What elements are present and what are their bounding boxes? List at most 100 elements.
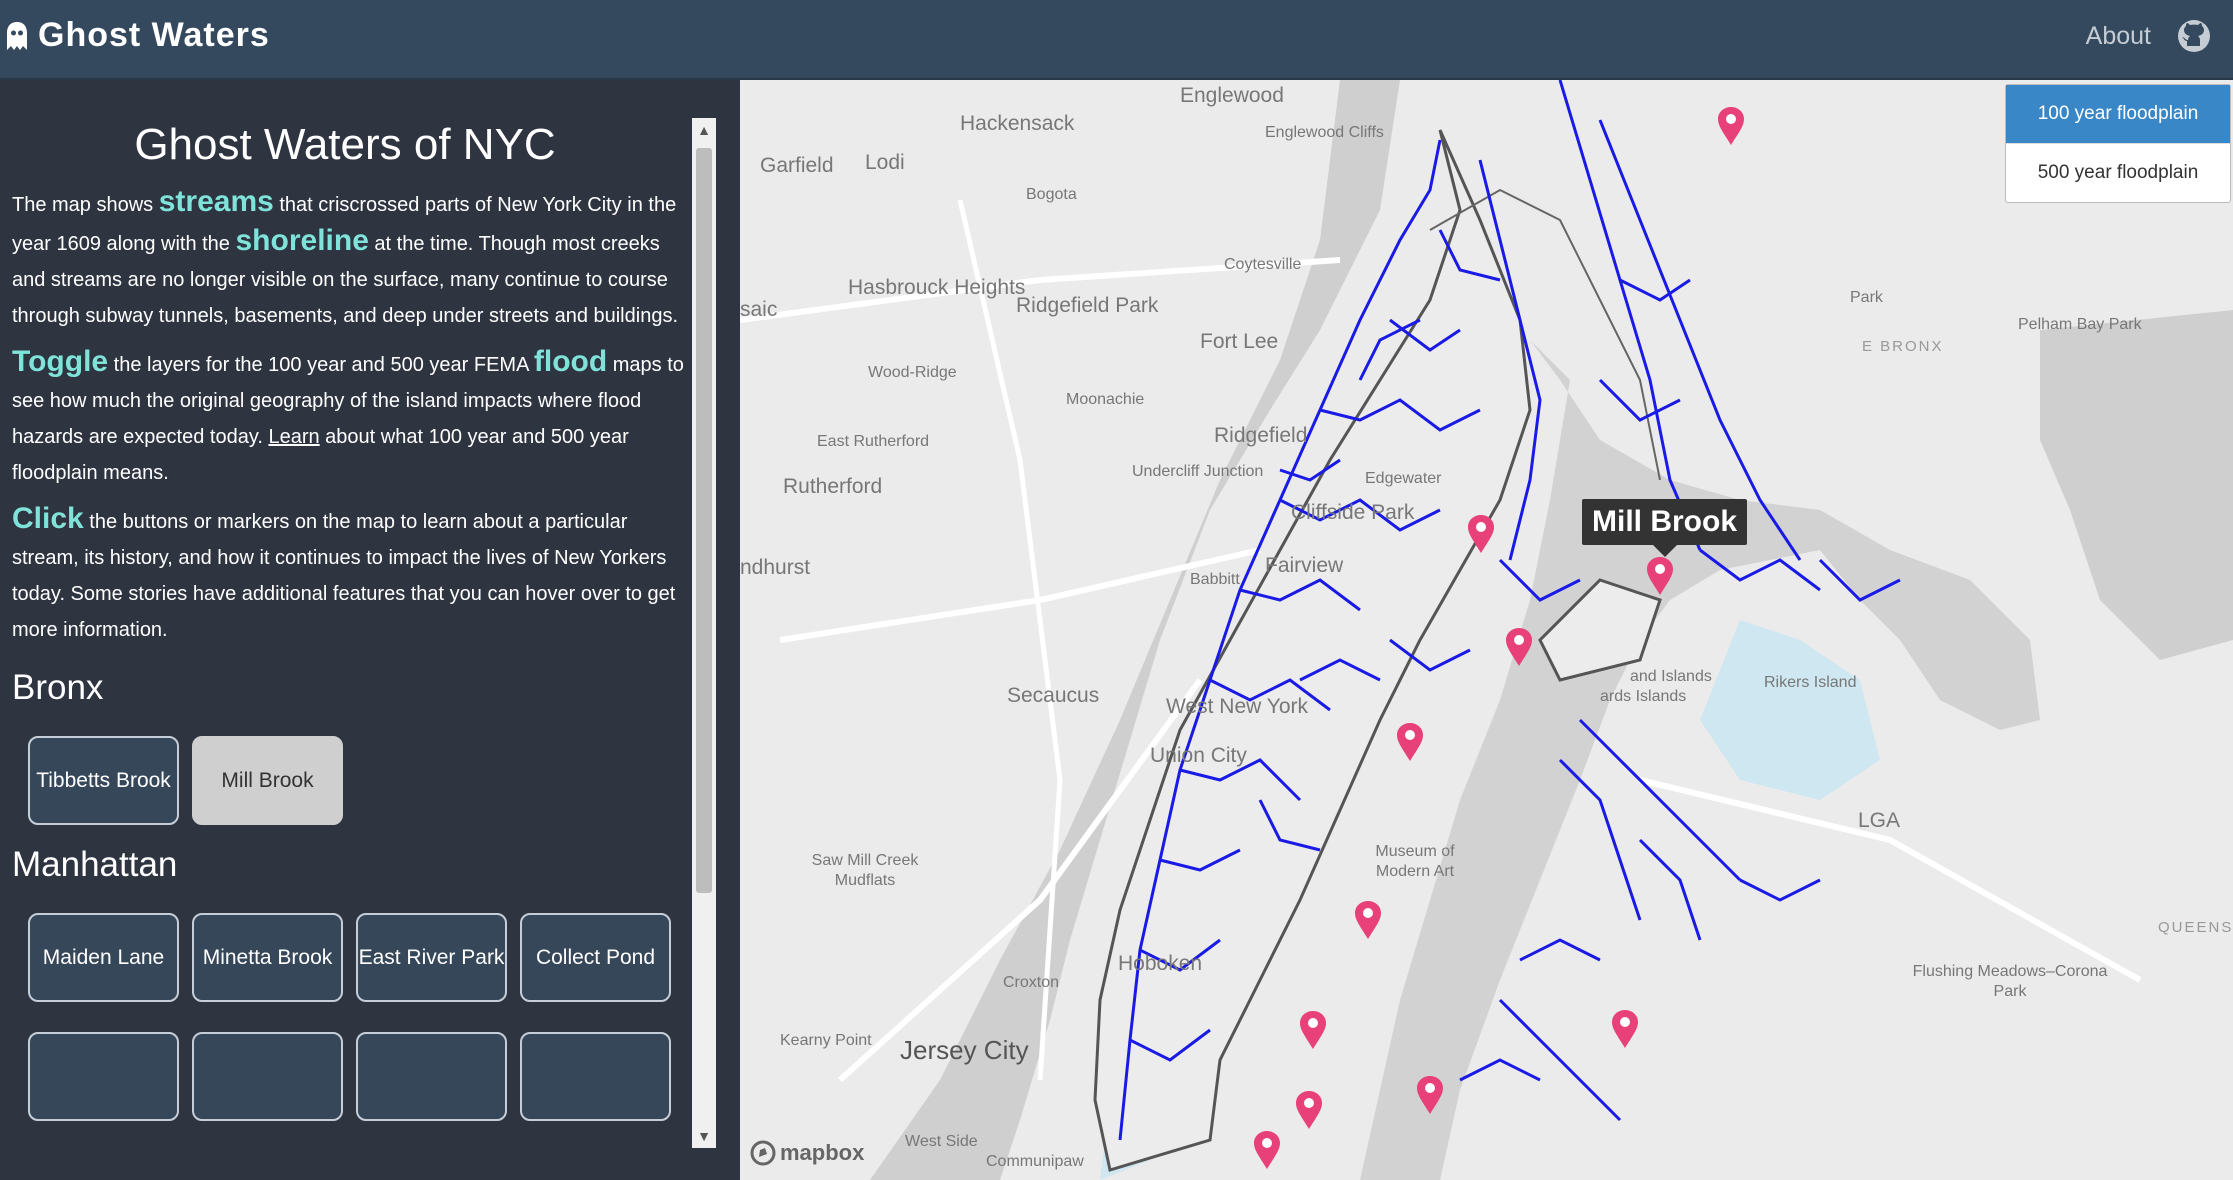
minetta-brook-button[interactable]: Minetta Brook [192,913,343,1002]
bronx-heading: Bronx [12,668,104,707]
map-marker-icon[interactable] [1396,722,1424,762]
map-marker-icon[interactable] [1299,1010,1327,1050]
place-label: Kearny Point [780,1032,872,1049]
place-label: Union City [1150,744,1247,767]
map-marker-icon[interactable] [1253,1130,1281,1170]
map-marker-icon[interactable] [1505,627,1533,667]
place-label: Englewood Cliffs [1265,124,1384,141]
sidebar-content: Ghost Waters of NYC The map shows stream… [0,80,690,1121]
map-marker-icon[interactable] [1646,556,1674,596]
intro-paragraph-click: Click the buttons or markers on the map … [12,501,692,648]
place-label: Bogota [1026,186,1077,203]
scroll-up-arrow-icon[interactable]: ▲ [692,118,716,142]
place-label: Moonachie [1066,391,1145,408]
place-label: Croxton [1003,974,1060,991]
place-label: Lodi [865,151,905,174]
map-marker-icon[interactable] [1467,514,1495,554]
story-button[interactable] [520,1032,671,1121]
map-marker-icon[interactable] [1717,106,1745,146]
place-label: West New York [1166,695,1309,718]
map-marker-icon[interactable] [1611,1009,1639,1049]
place-label: Undercliff Junction [1132,463,1264,480]
east-river-park-button[interactable]: East River Park [356,913,507,1002]
place-label: Hoboken [1118,952,1203,975]
place-label: Ridgefield [1214,424,1308,447]
place-label: Hasbrouck Heights [848,276,1026,299]
place-label: Flushing Meadows–Corona Park [1912,963,2108,1000]
place-label: Coytesville [1224,256,1302,273]
place-label: ndhurst [740,556,811,579]
highlight-toggle: Toggle [12,345,109,378]
layer-500-year[interactable]: 500 year floodplain [2006,144,2230,202]
place-label: Babbitt [1190,571,1240,588]
map-marker-icon[interactable] [1354,900,1382,940]
tibbetts-brook-button[interactable]: Tibbetts Brook [28,736,179,825]
place-label: Jersey City [900,1035,1029,1065]
intro-paragraph-toggle: Toggle the layers for the 100 year and 5… [12,344,692,491]
sidebar-scrollbar[interactable]: ▲ ▼ [692,118,716,1148]
learn-link[interactable]: Learn [268,426,319,448]
layer-100-year[interactable]: 100 year floodplain [2006,85,2230,144]
map-basemap [740,80,2233,1180]
place-label: Fort Lee [1200,330,1279,353]
place-label: Cliffside Park [1291,501,1415,524]
more-buttons [28,1032,690,1121]
mapbox-label: mapbox [780,1140,865,1165]
place-label: Rikers Island [1764,674,1857,691]
story-button[interactable] [192,1032,343,1121]
mapbox-icon [750,1140,776,1166]
collect-pond-button[interactable]: Collect Pond [520,913,671,1002]
place-label: LGA [1858,809,1901,832]
manhattan-heading: Manhattan [12,845,178,884]
highlight-streams: streams [158,185,274,218]
place-label: Pelham Bay Park [2018,316,2142,333]
map[interactable]: Englewood Hackensack Garfield Lodi Engle… [740,80,2233,1180]
scroll-thumb[interactable] [696,148,712,893]
map-marker-icon[interactable] [1416,1075,1444,1115]
place-label: Museum of Modern Art [1375,843,1455,880]
place-label: Communipaw [986,1153,1084,1170]
place-label: Garfield [760,154,834,177]
text: the layers for the 100 year and 500 year… [108,354,534,376]
ghost-icon [7,21,27,50]
maiden-lane-button[interactable]: Maiden Lane [28,913,179,1002]
map-marker-icon[interactable] [1295,1090,1323,1130]
place-label: saic [740,298,778,321]
place-label: QUEENS [2158,919,2233,936]
place-label: Hackensack [960,112,1075,135]
place-label: Secaucus [1007,684,1100,707]
place-label: Wood-Ridge [868,364,957,381]
place-label: ards Islands [1600,688,1687,705]
place-label: Edgewater [1365,470,1442,487]
navbar: Ghost Waters About [0,0,2233,80]
text: the buttons or markers on the map to lea… [12,511,676,641]
about-link[interactable]: About [2086,22,2151,51]
place-label: Rutherford [783,475,883,498]
text: The map shows [12,194,159,216]
highlight-click: Click [12,502,84,535]
place-label: Park [1850,289,1883,306]
github-icon[interactable] [2177,19,2211,58]
place-label: West Side [905,1133,978,1150]
story-button[interactable] [356,1032,507,1121]
brand[interactable]: Ghost Waters [6,16,270,55]
place-label: and Islands [1630,668,1712,685]
intro-paragraph-streams: The map shows streams that criscrossed p… [12,184,692,334]
scroll-down-arrow-icon[interactable]: ▼ [692,1124,716,1148]
story-button[interactable] [28,1032,179,1121]
place-label: Englewood [1180,84,1284,107]
mill-brook-button[interactable]: Mill Brook [192,736,343,825]
sidebar: Ghost Waters of NYC The map shows stream… [0,80,740,1180]
brand-label: Ghost Waters [38,16,270,54]
layer-toggle-menu: 100 year floodplain 500 year floodplain [2005,84,2231,203]
mapbox-logo[interactable]: mapbox [750,1140,864,1166]
place-label: Ridgefield Park [1016,294,1159,317]
page-title: Ghost Waters of NYC [134,120,556,169]
bronx-buttons: Tibbetts Brook Mill Brook [28,736,690,825]
place-label: E BRONX [1862,338,1944,355]
manhattan-buttons: Maiden Lane Minetta Brook East River Par… [28,913,690,1002]
place-label: Fairview [1265,554,1344,577]
place-label: Saw Mill Creek Mudflats [811,852,919,889]
highlight-flood: flood [533,345,608,378]
place-label: East Rutherford [817,433,930,450]
